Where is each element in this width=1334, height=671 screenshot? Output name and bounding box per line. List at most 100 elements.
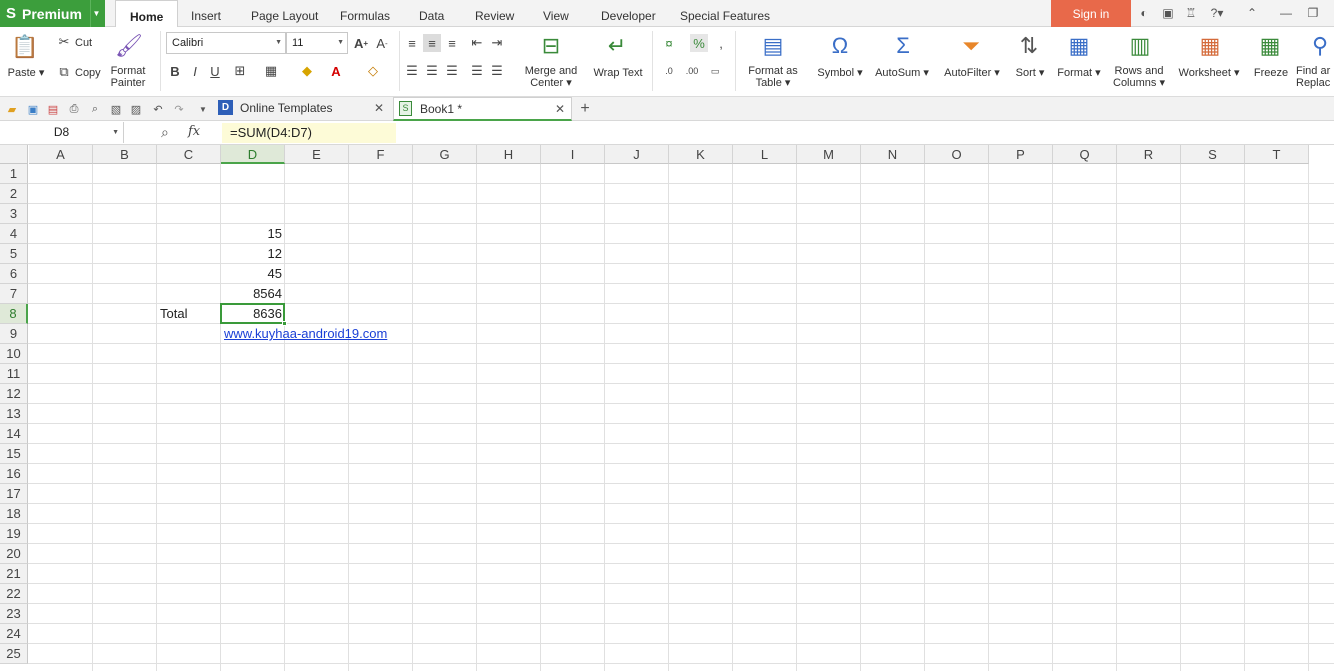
- autofilter-button[interactable]: AutoFilter ▾: [940, 67, 1004, 79]
- close-icon[interactable]: ✕: [555, 98, 565, 120]
- column-header-h[interactable]: H: [477, 145, 541, 164]
- customize-toolbar-icon[interactable]: ▼: [195, 101, 211, 117]
- save-icon[interactable]: ▣: [25, 101, 41, 117]
- spellcheck-icon[interactable]: ▧: [108, 101, 124, 117]
- row-header-9[interactable]: 9: [0, 324, 28, 344]
- align-middle-icon[interactable]: ≡: [423, 34, 441, 52]
- template-icon[interactable]: ▣: [1160, 5, 1176, 21]
- paste-button[interactable]: Paste ▾: [6, 67, 46, 79]
- autosum-button[interactable]: AutoSum ▾: [872, 67, 932, 79]
- row-header-25[interactable]: 25: [0, 644, 28, 664]
- help-icon[interactable]: ?▾: [1206, 5, 1228, 21]
- autosum-icon[interactable]: Σ: [889, 32, 917, 60]
- cell-d5[interactable]: 12: [221, 244, 285, 264]
- row-header-19[interactable]: 19: [0, 524, 28, 544]
- column-header-o[interactable]: O: [925, 145, 989, 164]
- row-header-18[interactable]: 18: [0, 504, 28, 524]
- redo-icon[interactable]: ↷: [171, 101, 187, 117]
- column-header-q[interactable]: Q: [1053, 145, 1117, 164]
- cell-d6[interactable]: 45: [221, 264, 285, 284]
- freeze-button[interactable]: Freeze: [1250, 67, 1292, 79]
- formula-input[interactable]: =SUM(D4:D7): [222, 123, 396, 143]
- row-header-21[interactable]: 21: [0, 564, 28, 584]
- comma-style-icon[interactable]: ,: [712, 34, 730, 52]
- tab-online-templates[interactable]: D Online Templates ✕: [214, 97, 390, 121]
- align-right-icon[interactable]: ☰: [443, 62, 461, 80]
- paste-icon[interactable]: 📋: [11, 33, 39, 61]
- tab-book1[interactable]: S Book1 * ✕: [393, 97, 572, 121]
- merge-center-button[interactable]: Merge and Center ▾: [520, 65, 582, 89]
- font-color-icon[interactable]: A: [327, 62, 345, 80]
- increase-font-icon[interactable]: A +: [352, 34, 370, 52]
- cell-c8[interactable]: Total: [157, 304, 221, 324]
- font-name-select[interactable]: Calibri ▼: [166, 32, 286, 54]
- merge-center-icon[interactable]: ⊟: [537, 32, 565, 60]
- symbol-button[interactable]: Symbol ▾: [812, 67, 868, 79]
- fill-pattern-icon[interactable]: ▦: [262, 62, 280, 80]
- wrap-text-icon[interactable]: ↵: [603, 32, 631, 60]
- row-header-10[interactable]: 10: [0, 344, 28, 364]
- tab-page-layout[interactable]: Page Layout: [251, 0, 318, 27]
- distributed-icon[interactable]: ☰: [488, 62, 506, 80]
- select-all-corner[interactable]: [0, 145, 28, 164]
- column-header-g[interactable]: G: [413, 145, 477, 164]
- cell-d7[interactable]: 8564: [221, 284, 285, 304]
- tab-review[interactable]: Review: [475, 0, 514, 27]
- minimize-icon[interactable]: —: [1278, 5, 1294, 21]
- cloud-docs-icon[interactable]: ◐: [1136, 5, 1152, 21]
- number-format-icon[interactable]: ¤: [660, 34, 678, 52]
- new-tab-icon[interactable]: +: [577, 100, 593, 117]
- format-painter-button[interactable]: Format Painter: [104, 65, 152, 89]
- percent-icon[interactable]: %: [690, 34, 708, 52]
- tab-home[interactable]: Home: [115, 0, 179, 28]
- chevron-down-icon[interactable]: ▼: [90, 0, 102, 27]
- copy-icon[interactable]: ⧉: [55, 63, 73, 81]
- format-button[interactable]: Format ▾: [1053, 67, 1105, 79]
- column-header-f[interactable]: F: [349, 145, 413, 164]
- find-replace-icon[interactable]: ⚲: [1306, 32, 1334, 60]
- decrease-indent-icon[interactable]: ⇤: [468, 34, 486, 52]
- freeze-icon[interactable]: ▦: [1256, 32, 1284, 60]
- cut-button[interactable]: Cut: [75, 37, 92, 49]
- column-header-d[interactable]: D: [221, 145, 285, 164]
- column-header-c[interactable]: C: [157, 145, 221, 164]
- row-header-22[interactable]: 22: [0, 584, 28, 604]
- row-header-15[interactable]: 15: [0, 444, 28, 464]
- copy-button[interactable]: Copy: [75, 67, 101, 79]
- align-bottom-icon[interactable]: ≡: [443, 34, 461, 52]
- bold-button[interactable]: B: [166, 62, 184, 80]
- row-header-6[interactable]: 6: [0, 264, 28, 284]
- row-header-2[interactable]: 2: [0, 184, 28, 204]
- decrease-decimal-icon[interactable]: .00: [683, 62, 701, 80]
- column-header-j[interactable]: J: [605, 145, 669, 164]
- column-header-m[interactable]: M: [797, 145, 861, 164]
- sort-button[interactable]: Sort ▾: [1010, 67, 1050, 79]
- row-header-14[interactable]: 14: [0, 424, 28, 444]
- italic-button[interactable]: I: [186, 62, 204, 80]
- column-header-r[interactable]: R: [1117, 145, 1181, 164]
- collapse-ribbon-icon[interactable]: ⌃: [1244, 5, 1260, 21]
- rows-columns-icon[interactable]: ▥: [1126, 32, 1154, 60]
- underline-button[interactable]: U: [206, 62, 224, 80]
- row-header-12[interactable]: 12: [0, 384, 28, 404]
- font-size-select[interactable]: 11 ▼: [286, 32, 348, 54]
- premium-menu-button[interactable]: S Premium ▼: [0, 0, 105, 27]
- align-top-icon[interactable]: ≡: [403, 34, 421, 52]
- row-header-5[interactable]: 5: [0, 244, 28, 264]
- symbol-icon[interactable]: Ω: [826, 32, 854, 60]
- sort-icon[interactable]: ⇅: [1015, 32, 1043, 60]
- row-header-23[interactable]: 23: [0, 604, 28, 624]
- find-replace-button[interactable]: Find ar Replac: [1296, 65, 1334, 89]
- row-header-8[interactable]: 8: [0, 304, 28, 324]
- borders-icon[interactable]: ⊞: [231, 62, 249, 80]
- sign-in-button[interactable]: Sign in: [1051, 0, 1131, 27]
- column-header-k[interactable]: K: [669, 145, 733, 164]
- format-as-table-icon[interactable]: ▤: [759, 32, 787, 60]
- cut-icon[interactable]: ✂: [55, 33, 73, 51]
- decrease-font-icon[interactable]: A-: [373, 34, 391, 52]
- increase-indent-icon[interactable]: ⇥: [488, 34, 506, 52]
- column-header-l[interactable]: L: [733, 145, 797, 164]
- format-painter-icon[interactable]: 🖌: [115, 32, 143, 60]
- tab-developer[interactable]: Developer: [601, 0, 656, 27]
- tab-insert[interactable]: Insert: [191, 0, 221, 27]
